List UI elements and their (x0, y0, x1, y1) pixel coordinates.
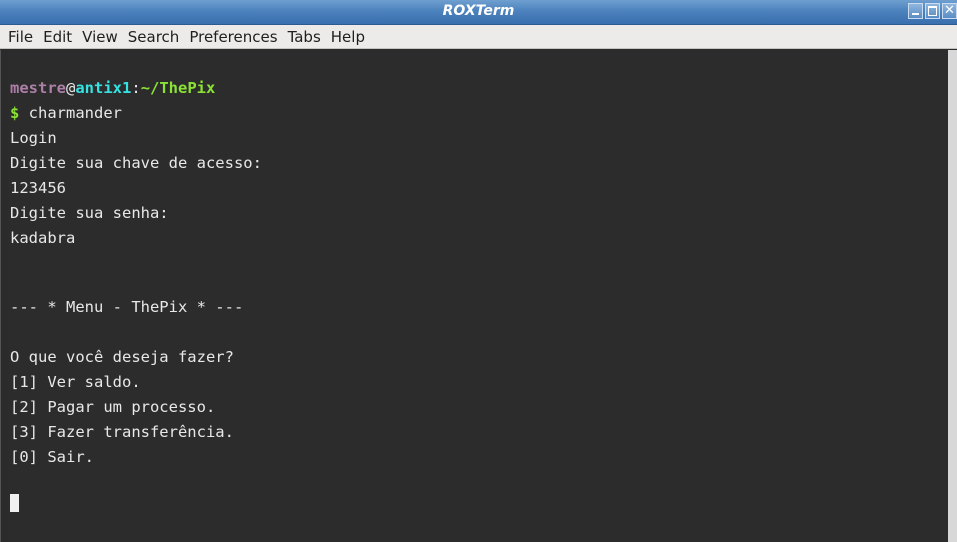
window-controls: ✕ (908, 3, 957, 19)
command-text: charmander (19, 104, 122, 122)
terminal-scrollbar[interactable] (948, 50, 957, 542)
text-cursor (10, 494, 19, 512)
menu-preferences[interactable]: Preferences (189, 28, 277, 46)
prompt-user: mestre (10, 79, 66, 97)
close-icon[interactable]: ✕ (942, 3, 957, 19)
menu-option-line: [2] Pagar um processo. (10, 398, 216, 416)
prompt-host: antix1 (75, 79, 132, 97)
menu-option-line: [1] Ver saldo. (10, 373, 141, 391)
menu-bar: File Edit View Search Preferences Tabs H… (0, 25, 957, 49)
question-line: O que você deseja fazer? (10, 348, 234, 366)
prompt-dollar: $ (10, 104, 20, 122)
menu-edit[interactable]: Edit (43, 28, 72, 46)
prompt-line: mestre@antix1:~/ThePix (10, 77, 215, 99)
menu-help[interactable]: Help (331, 28, 365, 46)
command-line: $ charmander (10, 102, 122, 124)
minimize-icon[interactable] (908, 3, 923, 19)
prompt-at: @ (66, 79, 76, 97)
prompt-path: ~/ThePix (140, 79, 216, 97)
menu-file[interactable]: File (8, 28, 33, 46)
window-title: ROXTerm (442, 3, 515, 19)
menu-search[interactable]: Search (128, 28, 180, 46)
maximize-icon[interactable] (925, 3, 940, 19)
output-line: Digite sua senha: (10, 204, 169, 222)
terminal-left-edge (0, 50, 8, 542)
menu-option-line: [0] Sair. (10, 448, 94, 466)
roxterm-window: ROXTerm ✕ File Edit View Search Preferen… (0, 0, 957, 542)
menu-tabs[interactable]: Tabs (288, 28, 321, 46)
output-line: Login (10, 129, 57, 147)
output-line: 123456 (10, 179, 66, 197)
menu-title-line: --- * Menu - ThePix * --- (10, 298, 244, 316)
title-bar[interactable]: ROXTerm ✕ (0, 0, 957, 25)
menu-view[interactable]: View (82, 28, 118, 46)
prompt-separator: : (131, 79, 141, 97)
output-line: Digite sua chave de acesso: (10, 154, 262, 172)
menu-option-line: [3] Fazer transferência. (10, 423, 234, 441)
output-line: kadabra (10, 229, 76, 247)
